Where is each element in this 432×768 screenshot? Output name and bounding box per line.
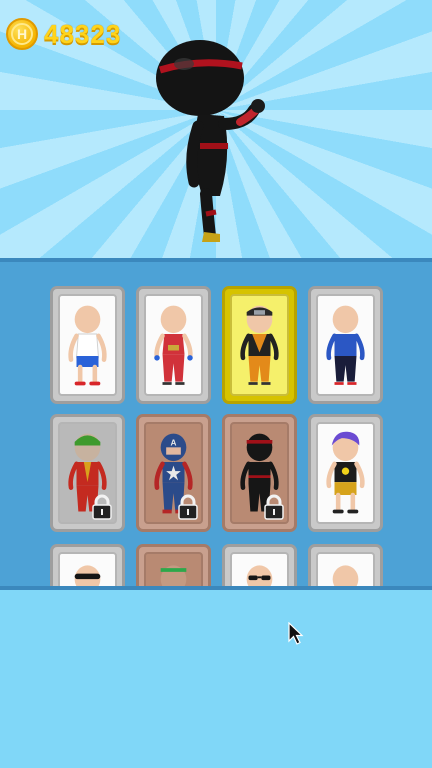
bottom-empty-area (0, 590, 432, 768)
green-band-character-icon (160, 565, 187, 586)
skin-card-captain[interactable]: A (136, 414, 211, 532)
masked-character-icon (74, 565, 101, 586)
orange-ninja-character-icon (240, 305, 279, 385)
ninja-character-preview[interactable] (150, 36, 270, 248)
skin-card-plain[interactable] (308, 544, 383, 586)
coin-amount: 48323 (44, 18, 122, 49)
skin-card-blue-shirt[interactable] (308, 286, 383, 404)
skin-card-black-ninja[interactable] (222, 414, 297, 532)
red-vest-character-icon (154, 305, 193, 385)
tank-top-character-icon (68, 305, 107, 386)
mouse-cursor-icon (288, 622, 304, 645)
sunglasses-character-icon (246, 565, 273, 586)
hero-preview-area: H 48323 (0, 0, 432, 258)
skin-card-tank-top[interactable] (50, 286, 125, 404)
skin-grid: A (0, 258, 432, 590)
skin-card-red-vest[interactable] (136, 286, 211, 404)
blue-shirt-character-icon (326, 305, 365, 385)
skin-card-green-band[interactable] (136, 544, 211, 586)
skin-card-joker[interactable] (50, 414, 125, 532)
plain-character-icon (332, 565, 359, 586)
skin-card-orange-ninja[interactable] (222, 286, 297, 404)
padlock-icon (264, 494, 284, 520)
skin-card-sunglasses[interactable] (222, 544, 297, 586)
skin-card-purple-hair[interactable] (308, 414, 383, 532)
svg-text:A: A (171, 439, 177, 448)
padlock-icon (92, 494, 112, 520)
padlock-icon (178, 494, 198, 520)
coin-counter: H 48323 (6, 18, 121, 50)
purple-hair-character-icon (326, 431, 365, 514)
skin-card-masked[interactable] (50, 544, 125, 586)
coin-icon: H (6, 18, 38, 50)
